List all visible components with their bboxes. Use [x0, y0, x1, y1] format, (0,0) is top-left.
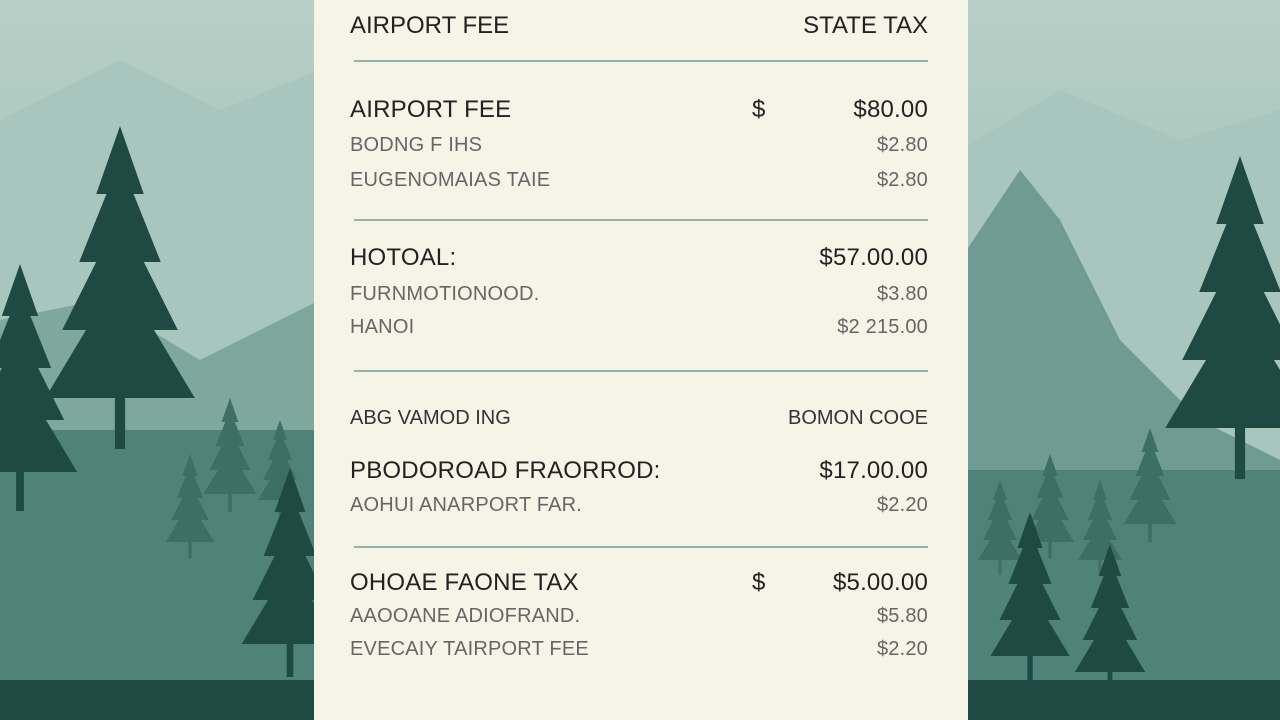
fee-line-label: BODNG F IHS	[350, 134, 483, 156]
fee-line-amount: $2 215.00	[837, 316, 928, 338]
fee-line: HANOI $2 215.00	[350, 316, 928, 339]
fee-amount: $57.00.00	[819, 244, 928, 271]
currency-symbol: $	[752, 569, 766, 596]
fee-amount: $80.00	[853, 96, 928, 123]
fee-line-label: AAOOANE ADIOFRAND.	[350, 605, 581, 627]
fee-line-label: EVECAIY TAIRPORT FEE	[350, 638, 589, 660]
receipt-card: AIRPORT FEE STATE TAX AIRPORT FEE $ $80.…	[314, 0, 968, 720]
fee-line-main: OHOAE FAONE TAX $ $5.00.00	[350, 569, 928, 597]
fee-label: PBODOROAD FRAORROD:	[350, 457, 661, 484]
divider	[354, 546, 928, 548]
fee-line: EUGENOMAIAS TAIE $2.80	[350, 169, 928, 192]
fee-line-main: HOTOAL: $57.00.00	[350, 244, 928, 272]
fee-line-amount: $2.20	[876, 638, 928, 660]
fee-line-label: EUGENOMAIAS TAIE	[350, 169, 551, 191]
fee-line-amount: $2.80	[876, 169, 928, 191]
subheader-left-label: ABG VAMOD ING	[350, 407, 511, 429]
fee-line-label: HANOI	[350, 316, 415, 338]
fee-line-amount: $3.80	[876, 283, 928, 305]
fee-line-label: AOHUI ANARPORT FAR.	[350, 494, 583, 516]
fee-line-label: FURNMOTIONOOD.	[350, 283, 540, 305]
header-right-label: STATE TAX	[803, 12, 928, 39]
fee-line-amount: $2.80	[876, 134, 928, 156]
header-left-label: AIRPORT FEE	[350, 12, 510, 39]
fee-line: BODNG F IHS $2.80	[350, 134, 928, 157]
divider	[354, 219, 928, 221]
fee-line-amount: $5.80	[876, 605, 928, 627]
currency-symbol: $	[752, 96, 766, 123]
subheader-right-label: BOMON COOE	[787, 407, 928, 429]
fee-amount: $5.00.00	[832, 569, 928, 596]
section-subheader: ABG VAMOD ING BOMON COOE	[350, 407, 928, 430]
fee-label: HOTOAL:	[350, 244, 457, 271]
fee-line-main: AIRPORT FEE $ $80.00	[350, 96, 928, 124]
fee-line: AAOOANE ADIOFRAND. $5.80	[350, 605, 928, 628]
divider	[354, 60, 928, 62]
fee-line: EVECAIY TAIRPORT FEE $2.20	[350, 638, 928, 661]
fee-line-main: PBODOROAD FRAORROD: $17.00.00	[350, 457, 928, 485]
fee-line: FURNMOTIONOOD. $3.80	[350, 283, 928, 306]
receipt-header: AIRPORT FEE STATE TAX	[350, 12, 928, 40]
fee-label: AIRPORT FEE	[350, 96, 512, 123]
fee-line-amount: $2.20	[876, 494, 928, 516]
divider	[354, 370, 928, 372]
fee-line: AOHUI ANARPORT FAR. $2.20	[350, 494, 928, 517]
fee-amount: $17.00.00	[819, 457, 928, 484]
